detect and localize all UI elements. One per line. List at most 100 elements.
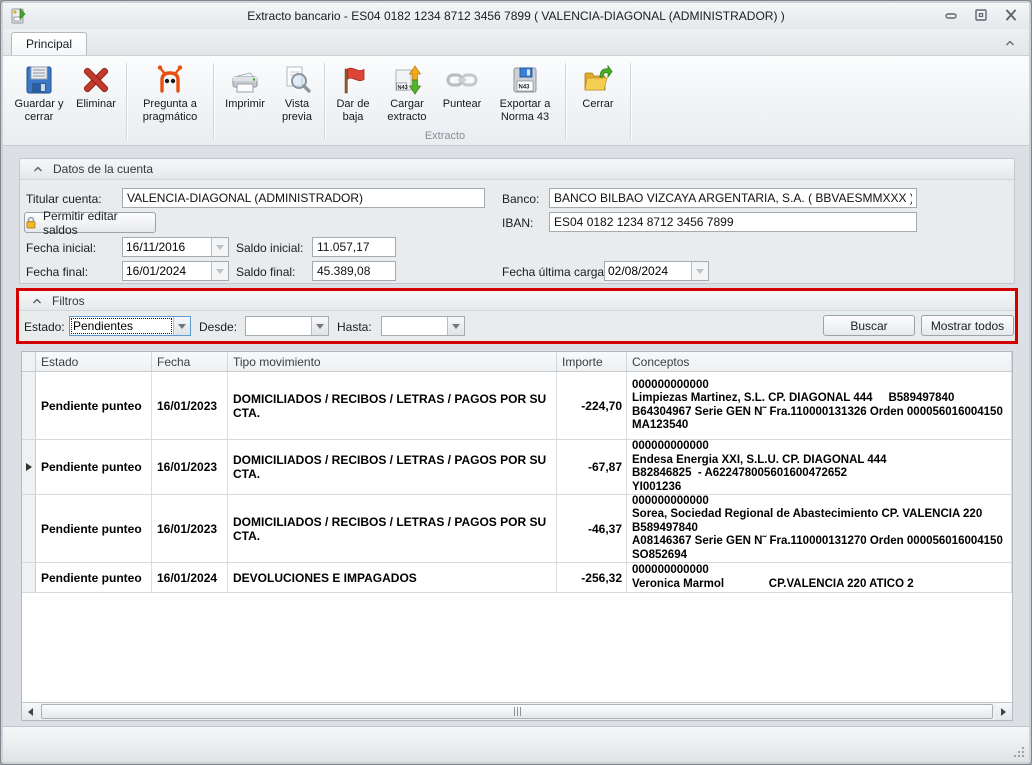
titular-input[interactable]	[122, 188, 485, 208]
estado-label: Estado:	[24, 320, 65, 334]
delete-button[interactable]: Eliminar	[69, 59, 123, 111]
tab-principal[interactable]: Principal	[11, 32, 87, 55]
cerrar-button[interactable]: Cerrar	[569, 59, 627, 111]
column-header-importe[interactable]: Importe	[557, 352, 627, 371]
scroll-right-button[interactable]	[995, 703, 1012, 720]
fecha-inicial-combo[interactable]	[122, 237, 229, 257]
ask-pragmatico-label: Pregunta a pragmático	[133, 98, 207, 124]
collapse-section-icon	[31, 296, 43, 306]
saldo-final-input[interactable]	[312, 261, 396, 281]
ultima-carga-input[interactable]	[605, 262, 691, 280]
exportar-norma43-button[interactable]: N43 Exportar a Norma 43	[488, 59, 562, 124]
table-row[interactable]: Pendiente punteo 16/01/2023 DOMICILIADOS…	[22, 372, 1012, 440]
hasta-input[interactable]	[382, 317, 447, 335]
delete-label: Eliminar	[76, 98, 116, 111]
table-row[interactable]: Pendiente punteo 16/01/2024 DEVOLUCIONES…	[22, 563, 1012, 593]
delete-icon	[80, 64, 112, 96]
cell-conceptos: 000000000000 Endesa Energia XXI, S.L.U. …	[627, 440, 1012, 494]
horizontal-scrollbar[interactable]	[22, 702, 1012, 720]
cell-conceptos: 000000000000 Sorea, Sociedad Regional de…	[627, 495, 1012, 562]
cell-tipo: DOMICILIADOS / RECIBOS / LETRAS / PAGOS …	[228, 372, 557, 439]
hasta-combo[interactable]	[381, 316, 465, 336]
close-folder-icon	[581, 64, 615, 96]
cell-estado: Pendiente punteo	[36, 495, 152, 562]
column-header-conceptos[interactable]: Conceptos	[627, 352, 1012, 371]
save-and-close-label: Guardar y cerrar	[12, 98, 66, 124]
filters-section-title: Filtros	[52, 294, 85, 308]
row-selector[interactable]	[22, 495, 36, 562]
dar-de-baja-button[interactable]: Dar de baja	[328, 59, 378, 124]
close-button[interactable]	[1003, 7, 1019, 23]
cell-importe: -46,37	[557, 495, 627, 562]
table-row-selected[interactable]: Pendiente punteo 16/01/2023 DOMICILIADOS…	[22, 440, 1012, 495]
buscar-button[interactable]: Buscar	[823, 315, 915, 336]
save-and-close-button[interactable]: Guardar y cerrar	[9, 59, 69, 124]
mostrar-todos-button[interactable]: Mostrar todos	[921, 315, 1014, 336]
row-selector[interactable]	[22, 372, 36, 439]
ultima-carga-combo[interactable]	[604, 261, 709, 281]
permitir-editar-saldos-button[interactable]: Permitir editar saldos	[24, 212, 156, 233]
cargar-extracto-button[interactable]: N43 Cargar extracto	[378, 59, 436, 124]
fecha-final-combo[interactable]	[122, 261, 229, 281]
ribbon-toolbar: Guardar y cerrar Eliminar	[3, 56, 1029, 146]
fecha-inicial-dropdown-button	[211, 238, 228, 256]
ask-pragmatico-button[interactable]: Pregunta a pragmático	[130, 59, 210, 124]
fecha-final-input[interactable]	[123, 262, 211, 280]
desde-input[interactable]	[246, 317, 311, 335]
collapse-ribbon-button[interactable]	[1003, 36, 1017, 50]
toolbar-separator	[324, 63, 325, 140]
filters-section-header[interactable]: Filtros	[19, 291, 1015, 311]
row-selector-current[interactable]	[22, 440, 36, 494]
saldo-inicial-input[interactable]	[312, 237, 396, 257]
cell-fecha: 16/01/2023	[152, 372, 228, 439]
desde-dropdown-button[interactable]	[311, 317, 328, 335]
hasta-dropdown-button[interactable]	[447, 317, 464, 335]
printer-icon	[229, 64, 261, 96]
flag-icon	[337, 64, 369, 96]
banco-label: Banco:	[502, 192, 539, 206]
print-button[interactable]: Imprimir	[217, 59, 273, 111]
column-header-fecha[interactable]: Fecha	[152, 352, 228, 371]
puntear-button[interactable]: Puntear	[436, 59, 488, 111]
arrow-left-icon	[28, 708, 33, 716]
banco-input[interactable]	[549, 188, 917, 208]
estado-input[interactable]	[70, 317, 173, 335]
minimize-button[interactable]	[943, 7, 959, 23]
movements-table: Estado Fecha Tipo movimiento Importe Con…	[21, 351, 1013, 721]
table-empty-area	[22, 593, 1012, 702]
dar-de-baja-label: Dar de baja	[331, 98, 375, 124]
estado-dropdown-button[interactable]	[173, 317, 190, 335]
svg-text:N43: N43	[519, 85, 531, 91]
window-title: Extracto bancario - ES04 0182 1234 8712 …	[3, 9, 1029, 23]
chevron-down-icon	[696, 269, 704, 274]
cell-importe: -67,87	[557, 440, 627, 494]
desde-label: Desde:	[199, 320, 237, 334]
cell-tipo: DEVOLUCIONES E IMPAGADOS	[228, 563, 557, 592]
account-section: Datos de la cuenta Titular cuenta: Banco…	[19, 158, 1015, 284]
cell-tipo: DOMICILIADOS / RECIBOS / LETRAS / PAGOS …	[228, 440, 557, 494]
chevron-down-icon	[178, 324, 186, 329]
column-header-tipo[interactable]: Tipo movimiento	[228, 352, 557, 371]
account-section-header[interactable]: Datos de la cuenta	[20, 159, 1014, 180]
cell-importe: -256,32	[557, 563, 627, 592]
scrollbar-track[interactable]	[39, 703, 995, 720]
desde-combo[interactable]	[245, 316, 329, 336]
resize-grip[interactable]	[1013, 746, 1025, 758]
svg-text:N43: N43	[398, 85, 408, 91]
extracto-group-label: Extracto	[328, 129, 562, 144]
preview-button[interactable]: Vista previa	[273, 59, 321, 124]
cell-conceptos: 000000000000 Veronica Marmol CP.VALENCIA…	[627, 563, 1012, 592]
restore-button[interactable]	[973, 7, 989, 23]
iban-input[interactable]	[549, 212, 917, 232]
padlock-icon	[25, 216, 37, 229]
table-row[interactable]: Pendiente punteo 16/01/2023 DOMICILIADOS…	[22, 495, 1012, 563]
row-selector[interactable]	[22, 563, 36, 592]
fecha-inicial-input[interactable]	[123, 238, 211, 256]
column-header-estado[interactable]: Estado	[36, 352, 152, 371]
hasta-label: Hasta:	[337, 320, 372, 334]
scrollbar-thumb[interactable]	[41, 704, 993, 719]
scroll-left-button[interactable]	[22, 703, 39, 720]
cell-estado: Pendiente punteo	[36, 372, 152, 439]
estado-combo[interactable]	[69, 316, 191, 336]
puntear-label: Puntear	[443, 98, 482, 111]
